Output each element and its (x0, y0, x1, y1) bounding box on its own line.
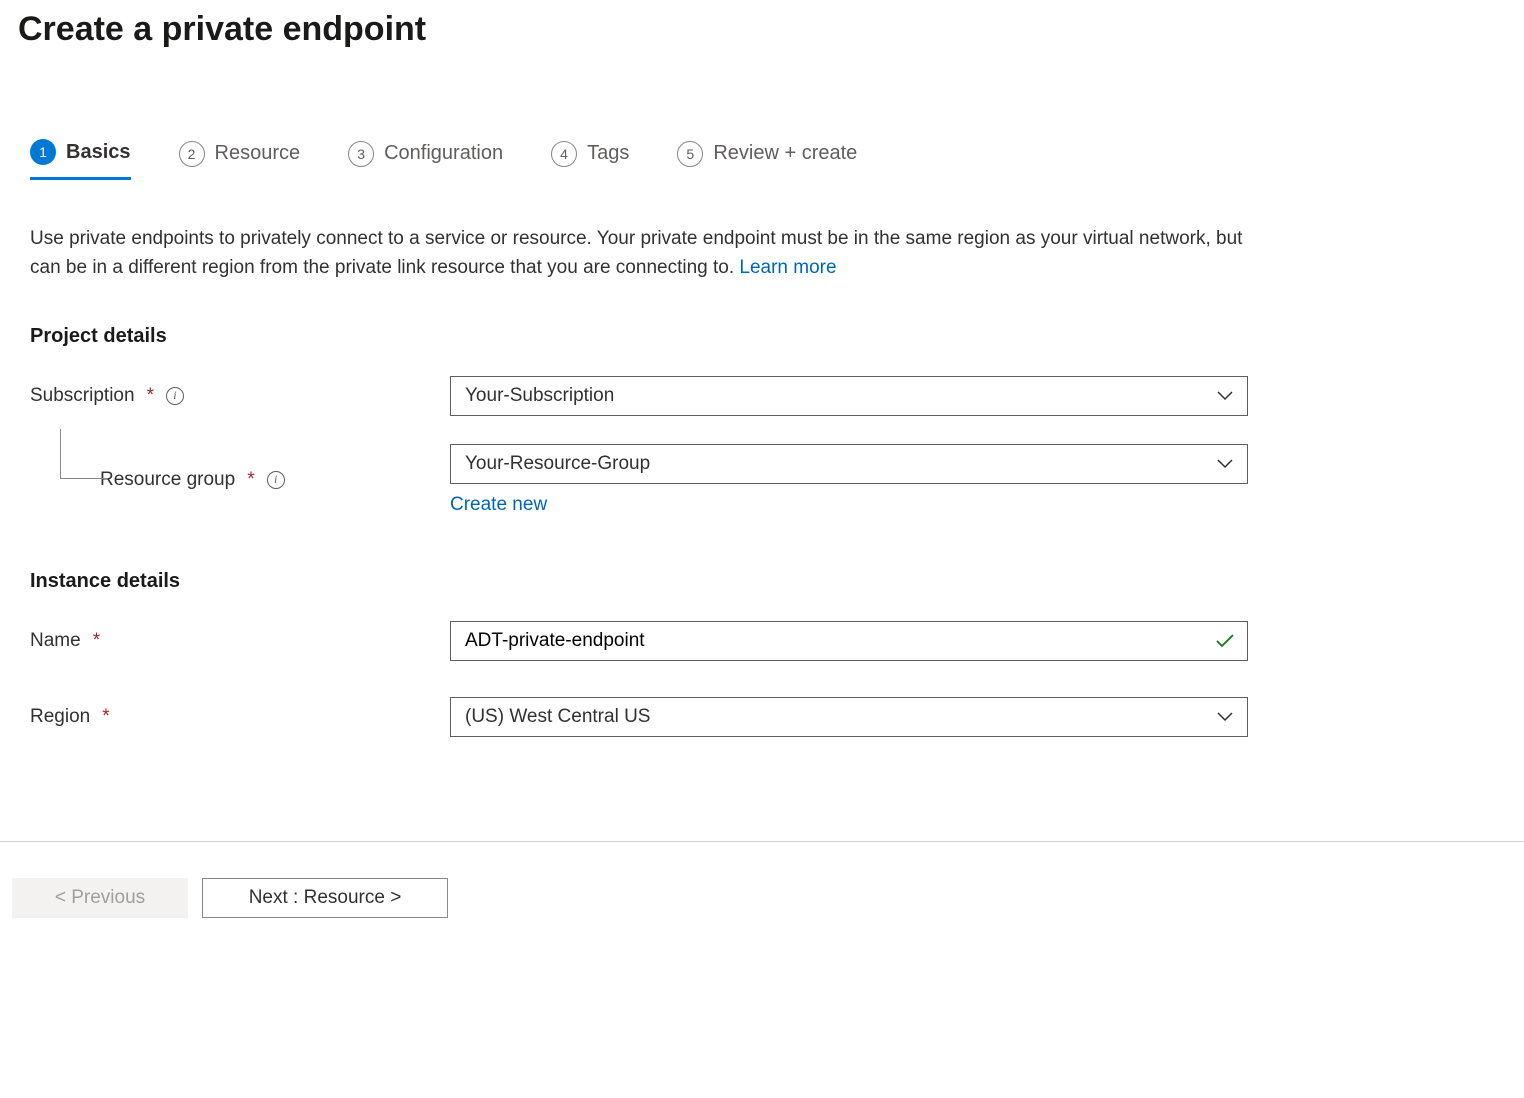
section-title-project-details: Project details (30, 325, 1494, 348)
row-region: Region * (US) West Central US (30, 697, 1494, 737)
region-select[interactable]: (US) West Central US (450, 697, 1248, 737)
description-body: Use private endpoints to privately conne… (30, 228, 1242, 278)
tree-connector-icon (60, 429, 108, 479)
tab-tags[interactable]: 4 Tags (551, 139, 629, 180)
tab-number-5: 5 (677, 141, 703, 167)
subscription-select[interactable]: Your-Subscription (450, 376, 1248, 416)
tab-configuration[interactable]: 3 Configuration (348, 139, 503, 180)
tab-label-resource: Resource (215, 142, 301, 165)
required-asterisk: * (93, 630, 100, 652)
subscription-value: Your-Subscription (465, 385, 614, 407)
name-label-text: Name (30, 630, 81, 652)
row-subscription: Subscription * i Your-Subscription (30, 376, 1494, 416)
page-title: Create a private endpoint (0, 0, 1524, 49)
label-subscription: Subscription * i (30, 385, 450, 407)
label-name: Name * (30, 630, 450, 652)
resource-group-select[interactable]: Your-Resource-Group (450, 444, 1248, 484)
tab-number-4: 4 (551, 141, 577, 167)
tab-number-1: 1 (30, 139, 56, 165)
chevron-down-icon (1217, 391, 1233, 401)
name-input-field[interactable] (465, 630, 1203, 652)
subscription-label-text: Subscription (30, 385, 135, 407)
create-new-link[interactable]: Create new (450, 494, 547, 516)
footer-buttons: < Previous Next : Resource > (0, 841, 1524, 918)
wizard-tabs: 1 Basics 2 Resource 3 Configuration 4 Ta… (30, 139, 1494, 180)
next-button[interactable]: Next : Resource > (202, 878, 448, 918)
checkmark-icon (1215, 633, 1235, 649)
description-text: Use private endpoints to privately conne… (30, 224, 1260, 283)
info-icon[interactable]: i (267, 471, 285, 489)
learn-more-link[interactable]: Learn more (739, 257, 836, 278)
resource-group-value: Your-Resource-Group (465, 453, 650, 475)
tab-number-2: 2 (179, 141, 205, 167)
required-asterisk: * (247, 469, 254, 491)
tab-resource[interactable]: 2 Resource (179, 139, 301, 180)
tab-review-create[interactable]: 5 Review + create (677, 139, 857, 180)
region-label-text: Region (30, 706, 90, 728)
previous-button: < Previous (12, 878, 188, 918)
tab-basics[interactable]: 1 Basics (30, 139, 131, 180)
info-icon[interactable]: i (166, 387, 184, 405)
label-resource-group: Resource group * i (30, 469, 450, 491)
tab-label-review-create: Review + create (713, 142, 857, 165)
region-value: (US) West Central US (465, 706, 650, 728)
required-asterisk: * (147, 385, 154, 407)
name-input[interactable] (450, 621, 1248, 661)
label-region: Region * (30, 706, 450, 728)
tab-label-basics: Basics (66, 141, 131, 164)
row-name: Name * (30, 621, 1494, 661)
chevron-down-icon (1217, 459, 1233, 469)
resource-group-label-text: Resource group (100, 469, 235, 491)
tab-number-3: 3 (348, 141, 374, 167)
required-asterisk: * (102, 706, 109, 728)
tab-label-tags: Tags (587, 142, 629, 165)
chevron-down-icon (1217, 712, 1233, 722)
tab-label-configuration: Configuration (384, 142, 503, 165)
section-title-instance-details: Instance details (30, 570, 1494, 593)
row-resource-group: Resource group * i Your-Resource-Group C… (30, 444, 1494, 516)
